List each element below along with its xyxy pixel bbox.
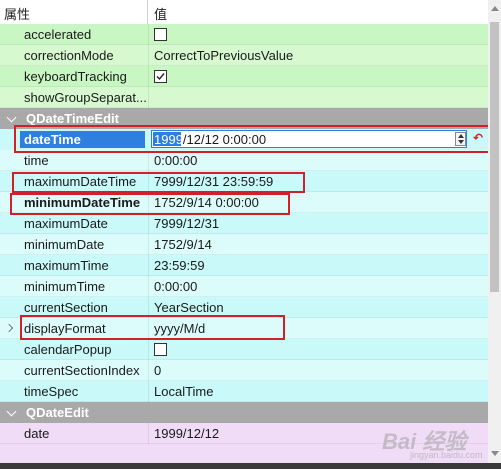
property-value[interactable]: 0:00:00 — [154, 279, 197, 294]
property-name: accelerated — [24, 27, 92, 42]
group-label: QDateTimeEdit — [26, 111, 119, 126]
spin-buttons[interactable] — [455, 132, 466, 146]
property-name: minimumDate — [24, 237, 105, 252]
property-value[interactable]: 1752/9/14 0:00:00 — [154, 195, 259, 210]
property-row-currentsectionindex[interactable]: currentSectionIndex 0 — [0, 360, 488, 381]
property-editor: 属性 值 accelerated correctionMode CorrectT… — [0, 0, 488, 463]
property-name: correctionMode — [24, 48, 114, 63]
watermark-url: jingyan.baidu.com — [410, 450, 483, 460]
group-qdatetimeedit[interactable]: QDateTimeEdit — [0, 108, 488, 129]
property-row-calendarpopup[interactable]: calendarPopup — [0, 339, 488, 360]
group-label: QDateEdit — [26, 405, 89, 420]
property-name: timeSpec — [24, 384, 79, 399]
property-row-displayformat[interactable]: displayFormat yyyy/M/d — [0, 318, 488, 339]
property-value[interactable]: 7999/12/31 — [154, 216, 219, 231]
scroll-up-icon[interactable] — [491, 6, 499, 11]
datetime-editor[interactable]: 1999/12/12 0:00:00 — [151, 130, 467, 148]
property-row-maximumtime[interactable]: maximumTime 23:59:59 — [0, 255, 488, 276]
datetime-editor-text[interactable]: 1999/12/12 0:00:00 — [154, 132, 266, 147]
property-value[interactable]: YearSection — [154, 300, 224, 315]
property-row-currentsection[interactable]: currentSection YearSection — [0, 297, 488, 318]
property-name: date — [24, 426, 50, 441]
checkmark-icon — [156, 73, 165, 81]
property-name: maximumDate — [24, 216, 108, 231]
vertical-scrollbar[interactable] — [488, 0, 501, 463]
value-column-header[interactable]: 值 — [154, 4, 167, 23]
property-row-datetime[interactable]: dateTime 1999/12/12 0:00:00 ↶ — [0, 129, 488, 150]
property-row-minimumdatetime[interactable]: minimumDateTime 1752/9/14 0:00:00 — [0, 192, 488, 213]
property-name: currentSectionIndex — [24, 363, 140, 378]
property-name: calendarPopup — [24, 342, 112, 357]
selected-property-name[interactable]: dateTime — [20, 131, 145, 148]
bottom-bar — [0, 463, 501, 469]
property-name: keyboardTracking — [24, 69, 127, 84]
property-row-keyboardtracking[interactable]: keyboardTracking — [0, 66, 488, 87]
property-name: currentSection — [24, 300, 108, 315]
property-header: 属性 值 — [0, 0, 488, 25]
property-value[interactable]: LocalTime — [154, 384, 213, 399]
property-name: displayFormat — [24, 321, 106, 336]
accelerated-checkbox[interactable] — [154, 28, 167, 41]
spin-up-icon[interactable] — [458, 134, 464, 138]
property-value[interactable]: 23:59:59 — [154, 258, 205, 273]
scroll-down-icon[interactable] — [491, 451, 499, 456]
property-value[interactable]: 0 — [154, 363, 161, 378]
property-row-maximumdate[interactable]: maximumDate 7999/12/31 — [0, 213, 488, 234]
collapse-chevron-icon[interactable] — [6, 112, 17, 123]
reset-value-icon[interactable]: ↶ — [471, 131, 485, 147]
property-name: time — [24, 153, 49, 168]
property-name: minimumDateTime — [24, 195, 141, 210]
property-value[interactable]: yyyy/M/d — [154, 321, 205, 336]
property-row-time[interactable]: time 0:00:00 — [0, 150, 488, 171]
keyboardtracking-checkbox[interactable] — [154, 70, 167, 83]
property-value[interactable]: CorrectToPreviousValue — [154, 48, 293, 63]
collapse-chevron-icon[interactable] — [6, 406, 17, 417]
property-row-showgroupseparator[interactable]: showGroupSeparat... — [0, 87, 488, 108]
expand-chevron-icon[interactable] — [4, 323, 14, 333]
property-row-correctionmode[interactable]: correctionMode CorrectToPreviousValue — [0, 45, 488, 66]
property-name: maximumDateTime — [24, 174, 137, 189]
group-qdateedit[interactable]: QDateEdit — [0, 402, 488, 423]
property-name: minimumTime — [24, 279, 106, 294]
scrollbar-thumb[interactable] — [490, 22, 499, 292]
calendarpopup-checkbox[interactable] — [154, 343, 167, 356]
property-name: maximumTime — [24, 258, 109, 273]
property-row-accelerated[interactable]: accelerated — [0, 24, 488, 45]
property-row-minimumdate[interactable]: minimumDate 1752/9/14 — [0, 234, 488, 255]
property-value[interactable]: 1752/9/14 — [154, 237, 212, 252]
property-row-minimumtime[interactable]: minimumTime 0:00:00 — [0, 276, 488, 297]
property-column-header[interactable]: 属性 — [4, 4, 30, 23]
property-value[interactable]: 0:00:00 — [154, 153, 197, 168]
header-divider[interactable] — [147, 0, 148, 24]
property-value[interactable]: 1999/12/12 — [154, 426, 219, 441]
property-value[interactable]: 7999/12/31 23:59:59 — [154, 174, 273, 189]
spin-down-icon[interactable] — [458, 140, 464, 144]
property-name: showGroupSeparat... — [24, 90, 147, 105]
property-row-maximumdatetime[interactable]: maximumDateTime 7999/12/31 23:59:59 — [0, 171, 488, 192]
property-row-timespec[interactable]: timeSpec LocalTime — [0, 381, 488, 402]
